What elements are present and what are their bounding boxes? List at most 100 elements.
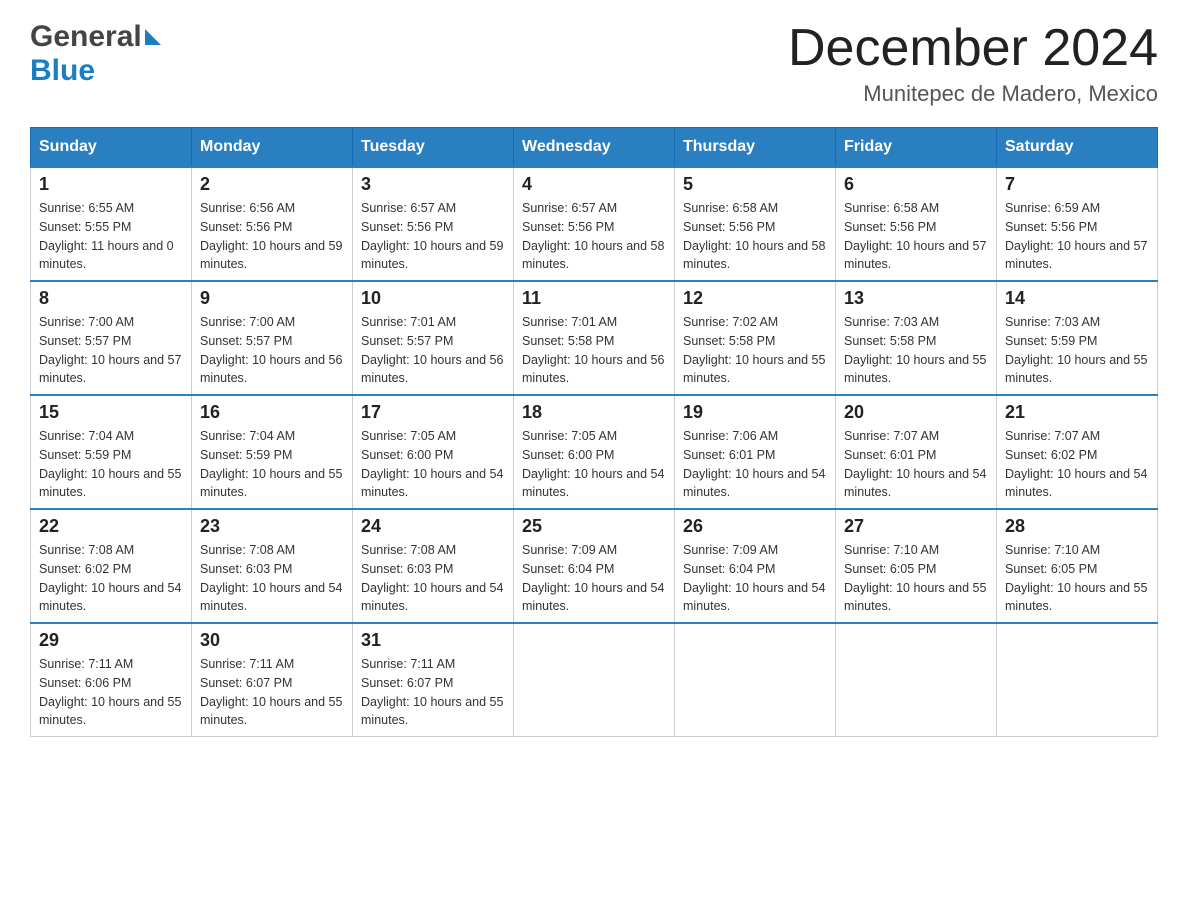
day-info: Sunrise: 7:09 AMSunset: 6:04 PMDaylight:… <box>522 543 664 613</box>
calendar-cell: 11 Sunrise: 7:01 AMSunset: 5:58 PMDayligh… <box>514 281 675 395</box>
day-number: 24 <box>361 516 505 537</box>
calendar-table: SundayMondayTuesdayWednesdayThursdayFrid… <box>30 127 1158 737</box>
day-info: Sunrise: 6:55 AMSunset: 5:55 PMDaylight:… <box>39 201 174 271</box>
day-info: Sunrise: 7:06 AMSunset: 6:01 PMDaylight:… <box>683 429 825 499</box>
month-title: December 2024 <box>788 20 1158 77</box>
day-number: 5 <box>683 174 827 195</box>
day-info: Sunrise: 6:57 AMSunset: 5:56 PMDaylight:… <box>522 201 664 271</box>
day-number: 7 <box>1005 174 1149 195</box>
day-info: Sunrise: 7:03 AMSunset: 5:58 PMDaylight:… <box>844 315 986 385</box>
day-info: Sunrise: 7:07 AMSunset: 6:02 PMDaylight:… <box>1005 429 1147 499</box>
day-info: Sunrise: 7:00 AMSunset: 5:57 PMDaylight:… <box>200 315 342 385</box>
title-section: December 2024 Munitepec de Madero, Mexic… <box>788 20 1158 107</box>
day-number: 11 <box>522 288 666 309</box>
logo-blue-text: Blue <box>30 54 95 87</box>
day-number: 26 <box>683 516 827 537</box>
calendar-cell: 24 Sunrise: 7:08 AMSunset: 6:03 PMDayligh… <box>353 509 514 623</box>
logo-chevron-icon <box>145 29 161 45</box>
day-info: Sunrise: 6:57 AMSunset: 5:56 PMDaylight:… <box>361 201 503 271</box>
calendar-cell <box>997 623 1158 737</box>
calendar-header-monday: Monday <box>192 128 353 168</box>
calendar-cell: 2Sunrise: 6:56 AMSunset: 5:56 PMDaylight… <box>192 167 353 281</box>
day-info: Sunrise: 7:08 AMSunset: 6:02 PMDaylight:… <box>39 543 181 613</box>
day-number: 21 <box>1005 402 1149 423</box>
day-number: 20 <box>844 402 988 423</box>
calendar-week-row: 22 Sunrise: 7:08 AMSunset: 6:02 PMDayligh… <box>31 509 1158 623</box>
page-header: General Blue December 2024 Munitepec de … <box>30 20 1158 107</box>
calendar-header-friday: Friday <box>836 128 997 168</box>
calendar-cell: 14Sunrise: 7:03 AMSunset: 5:59 PMDayligh… <box>997 281 1158 395</box>
calendar-week-row: 1 Sunrise: 6:55 AMSunset: 5:55 PMDaylight… <box>31 167 1158 281</box>
day-number: 31 <box>361 630 505 651</box>
calendar-header-row: SundayMondayTuesdayWednesdayThursdayFrid… <box>31 128 1158 168</box>
day-info: Sunrise: 6:58 AMSunset: 5:56 PMDaylight:… <box>844 201 986 271</box>
day-info: Sunrise: 7:08 AMSunset: 6:03 PMDaylight:… <box>200 543 342 613</box>
day-number: 10 <box>361 288 505 309</box>
calendar-cell <box>836 623 997 737</box>
day-number: 25 <box>522 516 666 537</box>
day-number: 30 <box>200 630 344 651</box>
calendar-cell: 17Sunrise: 7:05 AMSunset: 6:00 PMDayligh… <box>353 395 514 509</box>
day-info: Sunrise: 7:04 AMSunset: 5:59 PMDaylight:… <box>200 429 342 499</box>
day-info: Sunrise: 7:09 AMSunset: 6:04 PMDaylight:… <box>683 543 825 613</box>
calendar-cell: 1 Sunrise: 6:55 AMSunset: 5:55 PMDaylight… <box>31 167 192 281</box>
day-number: 12 <box>683 288 827 309</box>
day-info: Sunrise: 7:10 AMSunset: 6:05 PMDaylight:… <box>844 543 986 613</box>
day-number: 1 <box>39 174 183 195</box>
day-number: 29 <box>39 630 183 651</box>
day-number: 9 <box>200 288 344 309</box>
day-number: 19 <box>683 402 827 423</box>
logo-general-text: General <box>30 20 142 54</box>
location-subtitle: Munitepec de Madero, Mexico <box>788 81 1158 107</box>
calendar-cell: 23 Sunrise: 7:08 AMSunset: 6:03 PMDayligh… <box>192 509 353 623</box>
calendar-cell: 21 Sunrise: 7:07 AMSunset: 6:02 PMDayligh… <box>997 395 1158 509</box>
calendar-cell: 3Sunrise: 6:57 AMSunset: 5:56 PMDaylight… <box>353 167 514 281</box>
calendar-cell <box>514 623 675 737</box>
calendar-cell: 31 Sunrise: 7:11 AMSunset: 6:07 PMDayligh… <box>353 623 514 737</box>
calendar-cell: 10Sunrise: 7:01 AMSunset: 5:57 PMDayligh… <box>353 281 514 395</box>
day-info: Sunrise: 7:10 AMSunset: 6:05 PMDaylight:… <box>1005 543 1147 613</box>
day-info: Sunrise: 7:11 AMSunset: 6:07 PMDaylight:… <box>361 657 503 727</box>
calendar-cell: 9 Sunrise: 7:00 AMSunset: 5:57 PMDaylight… <box>192 281 353 395</box>
calendar-cell: 28Sunrise: 7:10 AMSunset: 6:05 PMDayligh… <box>997 509 1158 623</box>
calendar-header-saturday: Saturday <box>997 128 1158 168</box>
calendar-header-tuesday: Tuesday <box>353 128 514 168</box>
day-number: 18 <box>522 402 666 423</box>
day-number: 6 <box>844 174 988 195</box>
calendar-header-thursday: Thursday <box>675 128 836 168</box>
day-info: Sunrise: 6:56 AMSunset: 5:56 PMDaylight:… <box>200 201 342 271</box>
day-number: 16 <box>200 402 344 423</box>
logo: General Blue <box>30 20 161 88</box>
calendar-cell: 4Sunrise: 6:57 AMSunset: 5:56 PMDaylight… <box>514 167 675 281</box>
calendar-cell: 6 Sunrise: 6:58 AMSunset: 5:56 PMDaylight… <box>836 167 997 281</box>
calendar-cell: 29 Sunrise: 7:11 AMSunset: 6:06 PMDayligh… <box>31 623 192 737</box>
day-info: Sunrise: 7:07 AMSunset: 6:01 PMDaylight:… <box>844 429 986 499</box>
day-info: Sunrise: 7:11 AMSunset: 6:06 PMDaylight:… <box>39 657 181 727</box>
calendar-cell: 5 Sunrise: 6:58 AMSunset: 5:56 PMDaylight… <box>675 167 836 281</box>
day-number: 17 <box>361 402 505 423</box>
day-number: 15 <box>39 402 183 423</box>
day-number: 22 <box>39 516 183 537</box>
calendar-cell: 15 Sunrise: 7:04 AMSunset: 5:59 PMDayligh… <box>31 395 192 509</box>
day-info: Sunrise: 7:08 AMSunset: 6:03 PMDaylight:… <box>361 543 503 613</box>
calendar-cell: 18 Sunrise: 7:05 AMSunset: 6:00 PMDayligh… <box>514 395 675 509</box>
day-number: 23 <box>200 516 344 537</box>
calendar-cell: 22 Sunrise: 7:08 AMSunset: 6:02 PMDayligh… <box>31 509 192 623</box>
calendar-cell: 25 Sunrise: 7:09 AMSunset: 6:04 PMDayligh… <box>514 509 675 623</box>
calendar-cell: 30Sunrise: 7:11 AMSunset: 6:07 PMDayligh… <box>192 623 353 737</box>
day-info: Sunrise: 7:01 AMSunset: 5:58 PMDaylight:… <box>522 315 664 385</box>
calendar-week-row: 15 Sunrise: 7:04 AMSunset: 5:59 PMDayligh… <box>31 395 1158 509</box>
day-info: Sunrise: 7:00 AMSunset: 5:57 PMDaylight:… <box>39 315 181 385</box>
day-info: Sunrise: 7:02 AMSunset: 5:58 PMDaylight:… <box>683 315 825 385</box>
day-info: Sunrise: 7:03 AMSunset: 5:59 PMDaylight:… <box>1005 315 1147 385</box>
calendar-cell: 8Sunrise: 7:00 AMSunset: 5:57 PMDaylight… <box>31 281 192 395</box>
calendar-cell: 16 Sunrise: 7:04 AMSunset: 5:59 PMDayligh… <box>192 395 353 509</box>
calendar-cell: 27Sunrise: 7:10 AMSunset: 6:05 PMDayligh… <box>836 509 997 623</box>
day-number: 13 <box>844 288 988 309</box>
day-info: Sunrise: 7:05 AMSunset: 6:00 PMDaylight:… <box>522 429 664 499</box>
calendar-cell: 26 Sunrise: 7:09 AMSunset: 6:04 PMDayligh… <box>675 509 836 623</box>
calendar-cell <box>675 623 836 737</box>
day-info: Sunrise: 6:58 AMSunset: 5:56 PMDaylight:… <box>683 201 825 271</box>
day-info: Sunrise: 7:04 AMSunset: 5:59 PMDaylight:… <box>39 429 181 499</box>
calendar-cell: 20 Sunrise: 7:07 AMSunset: 6:01 PMDayligh… <box>836 395 997 509</box>
